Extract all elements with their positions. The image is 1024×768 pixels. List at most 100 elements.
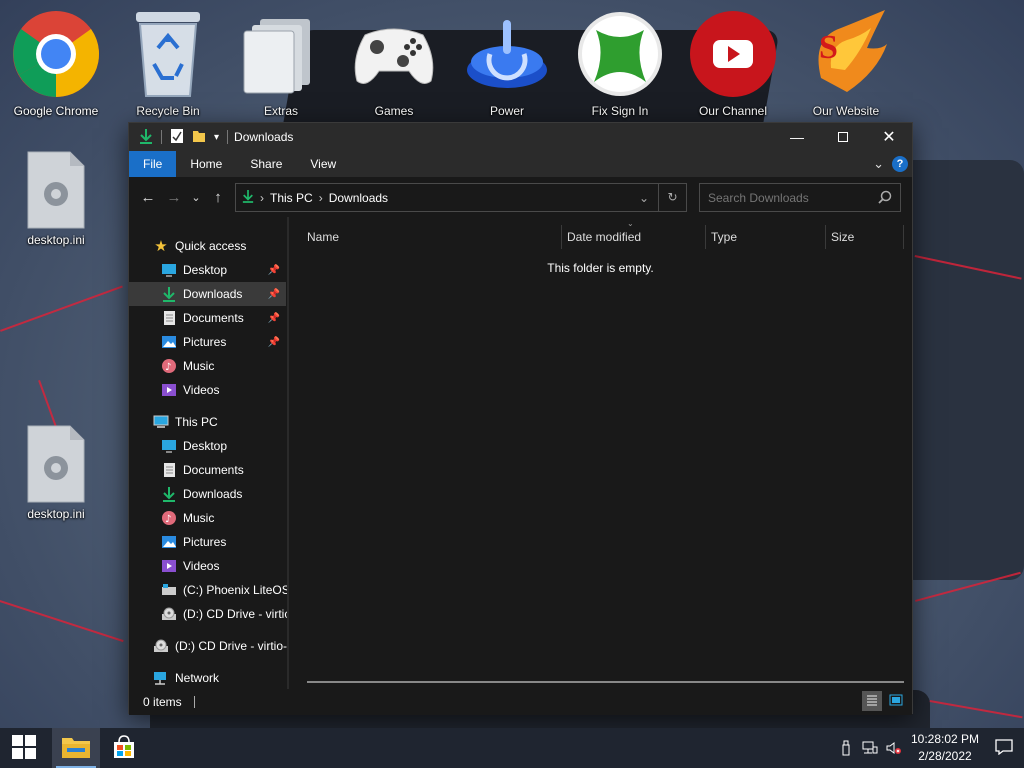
star-icon: ★: [154, 238, 168, 255]
nav-pc-videos[interactable]: Videos: [129, 554, 286, 578]
settings-file-icon: [27, 151, 85, 229]
pin-icon[interactable]: 📌: [268, 265, 280, 276]
recent-locations-button[interactable]: ⌄: [187, 184, 205, 210]
column-separator[interactable]: [705, 225, 706, 249]
file-explorer-icon: [61, 735, 91, 762]
new-folder-icon[interactable]: [192, 129, 206, 146]
nav-pc-drive-c[interactable]: (C:) Phoenix LiteOS: [129, 578, 287, 602]
file-list[interactable]: Name Date modified ⌄ Type Size This fold…: [289, 217, 912, 689]
desktop-icon-our-website[interactable]: S Our Website: [791, 6, 901, 118]
desktop-icon-chrome[interactable]: Google Chrome: [1, 6, 111, 118]
nav-quick-pictures[interactable]: Pictures 📌: [129, 330, 286, 354]
details-view-button[interactable]: [862, 691, 882, 711]
windows-logo-icon: [12, 734, 36, 762]
status-bar: 0 items: [129, 689, 912, 715]
nav-drive-d[interactable]: (D:) CD Drive - virtio-: [129, 634, 287, 658]
nav-quick-music[interactable]: ♪ Music: [129, 354, 286, 378]
usb-icon[interactable]: [834, 728, 858, 768]
nav-this-pc[interactable]: This PC: [129, 410, 286, 434]
title-separator: [161, 130, 162, 144]
nav-pc-downloads[interactable]: Downloads: [129, 482, 286, 506]
search-input[interactable]: [708, 190, 878, 205]
nav-label: Music: [183, 511, 215, 525]
taskbar-store[interactable]: [100, 728, 148, 768]
tab-view[interactable]: View: [296, 151, 350, 177]
nav-pc-drive-d[interactable]: (D:) CD Drive - virtic: [129, 602, 287, 626]
large-icons-view-button[interactable]: [886, 691, 906, 711]
title-separator: [227, 130, 229, 144]
expand-ribbon-icon[interactable]: ⌄: [873, 156, 884, 172]
desktop-icon-fix-sign-in[interactable]: Fix Sign In: [565, 6, 675, 118]
forward-button[interactable]: →: [161, 184, 187, 210]
desktop-file-ini-2[interactable]: desktop.ini: [16, 424, 96, 521]
breadcrumb-separator-icon: ›: [318, 190, 323, 205]
properties-icon[interactable]: [170, 128, 184, 147]
breadcrumb-downloads[interactable]: Downloads: [329, 191, 388, 205]
address-dropdown-icon[interactable]: ⌄: [630, 191, 658, 205]
column-separator[interactable]: [903, 225, 904, 249]
pin-icon[interactable]: 📌: [268, 313, 280, 324]
refresh-icon[interactable]: ↻: [658, 184, 686, 211]
downloads-icon: [242, 189, 254, 206]
desktop-file-ini-1[interactable]: desktop.ini: [16, 150, 96, 247]
help-icon[interactable]: ?: [892, 156, 908, 172]
pictures-icon: [161, 334, 177, 350]
column-separator[interactable]: [561, 225, 562, 249]
volume-muted-icon[interactable]: [882, 728, 906, 768]
wallpaper-red-line: [914, 255, 1022, 280]
nav-quick-downloads[interactable]: Downloads 📌: [129, 282, 286, 306]
nav-network[interactable]: Network: [129, 666, 286, 689]
title-bar[interactable]: ▾ Downloads — ✕: [129, 123, 912, 151]
nav-quick-videos[interactable]: Videos: [129, 378, 286, 402]
desktop-icon-games[interactable]: Games: [339, 6, 449, 118]
breadcrumb-separator-icon: ›: [260, 190, 264, 205]
nav-pc-documents[interactable]: Documents: [129, 458, 286, 482]
address-bar[interactable]: › This PC › Downloads ⌄ ↻: [235, 183, 687, 212]
column-separator[interactable]: [825, 225, 826, 249]
nav-quick-documents[interactable]: Documents 📌: [129, 306, 286, 330]
window-title: Downloads: [234, 130, 294, 144]
maximize-button[interactable]: [820, 123, 866, 151]
desktop-icon-extras[interactable]: Extras: [226, 6, 336, 118]
column-header-type[interactable]: Type: [711, 223, 827, 251]
search-box[interactable]: [699, 183, 901, 212]
column-header-name[interactable]: Name: [307, 223, 561, 251]
breadcrumb-this-pc[interactable]: This PC: [270, 191, 313, 205]
nav-quick-desktop[interactable]: Desktop 📌: [129, 258, 286, 282]
tab-share[interactable]: Share: [236, 151, 296, 177]
desktop-icon-power[interactable]: Power: [452, 6, 562, 118]
back-button[interactable]: ←: [135, 184, 161, 210]
column-header-size[interactable]: Size: [831, 223, 901, 251]
up-button[interactable]: ↑: [205, 184, 231, 210]
tab-file[interactable]: File: [129, 151, 177, 177]
nav-pc-desktop[interactable]: Desktop: [129, 434, 286, 458]
horizontal-scrollbar[interactable]: [307, 681, 904, 683]
chevron-down-icon[interactable]: ▾: [214, 132, 219, 143]
desktop-icon-label: Google Chrome: [13, 104, 99, 118]
nav-label: Downloads: [183, 487, 243, 501]
clock[interactable]: 10:28:02 PM 2/28/2022: [906, 731, 984, 765]
notification-icon: [995, 738, 1013, 758]
pin-icon[interactable]: 📌: [268, 289, 280, 300]
nav-label: Desktop: [183, 263, 228, 277]
action-center-button[interactable]: [984, 728, 1024, 768]
minimize-button[interactable]: —: [774, 123, 820, 151]
nav-label: Documents: [183, 311, 244, 325]
videos-icon: [161, 382, 177, 398]
desktop-icon: [161, 438, 177, 454]
tab-home[interactable]: Home: [176, 151, 236, 177]
column-label: Type: [711, 230, 738, 244]
nav-quick-access[interactable]: ★ Quick access: [129, 234, 286, 258]
desktop-icon-label: Recycle Bin: [136, 104, 200, 118]
start-button[interactable]: [0, 728, 48, 768]
pin-icon[interactable]: 📌: [268, 337, 280, 348]
nav-pc-pictures[interactable]: Pictures: [129, 530, 286, 554]
network-status-icon[interactable]: [858, 728, 882, 768]
desktop-icon-our-channel[interactable]: Our Channel: [678, 6, 788, 118]
cd-drive-icon: [153, 638, 169, 654]
taskbar-file-explorer[interactable]: [52, 728, 100, 768]
close-button[interactable]: ✕: [866, 123, 912, 151]
nav-pc-music[interactable]: ♪ Music: [129, 506, 286, 530]
column-header-date-modified[interactable]: Date modified ⌄: [567, 219, 705, 251]
desktop-icon-recycle-bin[interactable]: Recycle Bin: [113, 6, 223, 118]
